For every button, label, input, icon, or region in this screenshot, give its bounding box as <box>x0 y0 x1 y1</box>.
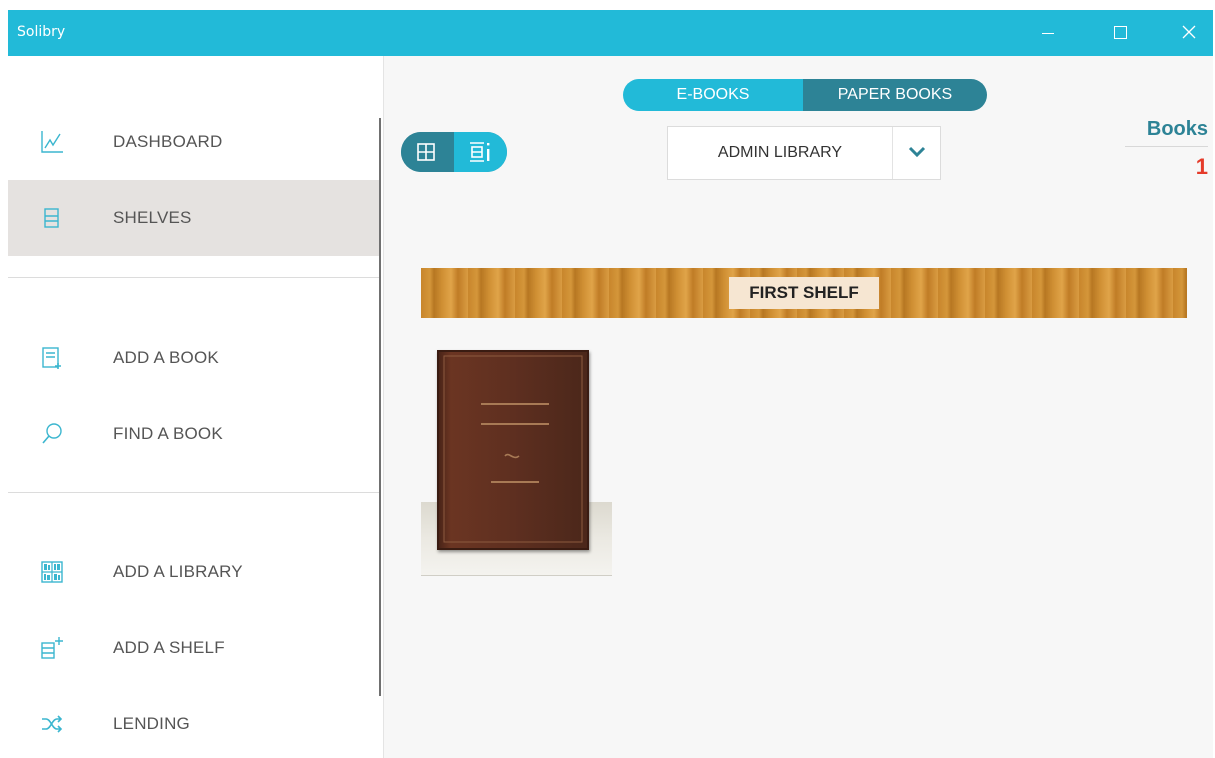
sidebar-item-label: SHELVES <box>113 208 192 227</box>
app-window: Solibry DASHBOARD SHELVES ADD A BOOK FIN… <box>8 10 1213 758</box>
sidebar: DASHBOARD SHELVES ADD A BOOK FIND A BOOK… <box>8 56 384 758</box>
chart-line-icon <box>41 131 63 153</box>
sidebar-item-shelves[interactable]: SHELVES <box>8 180 379 256</box>
library-dropdown-button[interactable] <box>892 127 940 179</box>
close-button[interactable] <box>1166 10 1212 56</box>
shelf-view-button[interactable] <box>454 132 507 172</box>
sidebar-item-label: ADD A LIBRARY <box>113 562 243 581</box>
sidebar-divider <box>8 277 379 278</box>
view-mode-toggle <box>401 132 507 172</box>
main-panel: E-BOOKS PAPER BOOKS ADMIN LIBRARY Books … <box>385 56 1213 758</box>
books-stat-count: 1 <box>1195 154 1208 179</box>
library-select[interactable]: ADMIN LIBRARY <box>667 126 941 180</box>
search-icon <box>42 423 62 444</box>
books-stat-divider <box>1125 146 1208 147</box>
sidebar-item-label: ADD A SHELF <box>113 638 225 657</box>
shelf-view-icon <box>470 142 490 162</box>
add-shelf-icon <box>41 637 63 659</box>
tab-e-books[interactable]: E-BOOKS <box>623 79 803 111</box>
shelf-name: FIRST SHELF <box>729 277 879 309</box>
book-tile[interactable] <box>421 338 612 578</box>
shuffle-icon <box>42 715 63 733</box>
grid-view-button[interactable] <box>401 132 454 172</box>
sidebar-item-add-a-book[interactable]: ADD A BOOK <box>8 320 379 396</box>
app-title: Solibry <box>17 24 66 40</box>
sidebar-item-label: LENDING <box>113 714 190 733</box>
book-type-toggle: E-BOOKS PAPER BOOKS <box>623 79 987 111</box>
minimize-button[interactable] <box>1025 10 1071 56</box>
shelf-banner[interactable]: FIRST SHELF <box>421 268 1187 318</box>
shelves-icon <box>44 208 59 228</box>
sidebar-item-label: DASHBOARD <box>113 132 223 151</box>
sidebar-item-find-a-book[interactable]: FIND A BOOK <box>8 396 379 472</box>
sidebar-item-lending[interactable]: LENDING <box>8 686 379 758</box>
sidebar-item-add-a-library[interactable]: ADD A LIBRARY <box>8 534 379 610</box>
sidebar-item-dashboard[interactable]: DASHBOARD <box>8 104 379 180</box>
grid-view-icon <box>417 143 435 161</box>
tab-paper-books[interactable]: PAPER BOOKS <box>803 79 987 111</box>
book-cover-icon <box>437 350 589 550</box>
close-icon <box>1182 25 1196 39</box>
sidebar-item-add-a-shelf[interactable]: ADD A SHELF <box>8 610 379 686</box>
sidebar-item-label: ADD A BOOK <box>113 348 219 367</box>
books-stat-label: Books <box>1146 118 1208 140</box>
add-book-icon <box>42 347 61 369</box>
library-icon <box>41 561 63 583</box>
sidebar-scrollbar[interactable] <box>379 118 381 696</box>
maximize-button[interactable] <box>1096 10 1142 56</box>
sidebar-divider <box>8 492 379 493</box>
chevron-down-icon <box>908 146 926 158</box>
title-bar[interactable]: Solibry <box>8 10 1213 56</box>
library-select-value: ADMIN LIBRARY <box>717 144 843 161</box>
sidebar-item-label: FIND A BOOK <box>113 424 223 443</box>
